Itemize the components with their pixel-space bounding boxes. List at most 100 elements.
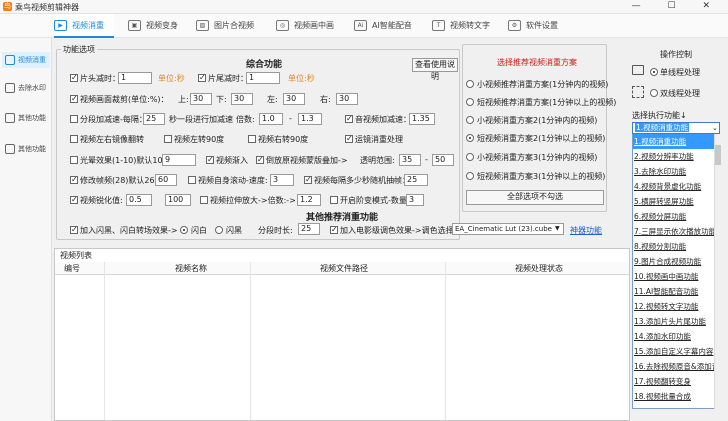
- opacity-min-input[interactable]: 35: [399, 154, 421, 166]
- chevron-down-icon[interactable]: ▼: [555, 225, 560, 232]
- uncheck-all-button[interactable]: 全部选项不勾选: [466, 190, 604, 205]
- dropdown-option[interactable]: 7.三屏显示依次播放功能: [633, 224, 715, 239]
- tab-ai-voice[interactable]: Ai AI智能配音: [354, 14, 424, 38]
- tab-video-to-text[interactable]: T 视频转文字: [432, 14, 502, 38]
- dropdown-option[interactable]: 18.视频批量合成: [633, 389, 715, 404]
- stretch-checkbox[interactable]: [200, 196, 208, 204]
- fade-in-checkbox[interactable]: ✓: [206, 156, 214, 164]
- tab-video-dedup[interactable]: ▶ 视频消重: [54, 14, 114, 38]
- dropdown-option[interactable]: 16.去除视频原音&添加音: [633, 359, 715, 374]
- sharpen-input-1[interactable]: 0.5: [126, 194, 152, 206]
- help-button[interactable]: 查看使用说明: [412, 58, 458, 81]
- column-header-index[interactable]: 编号: [64, 263, 80, 275]
- stretch-input[interactable]: 1.2: [297, 194, 321, 206]
- camera-move-checkbox[interactable]: ✓: [345, 135, 353, 143]
- dropdown-scrollbar[interactable]: [714, 134, 722, 409]
- tab-video-transform[interactable]: ▣ 视频变身: [128, 14, 188, 38]
- random-frame-input[interactable]: 25: [404, 174, 428, 186]
- gradient-mode-checkbox[interactable]: [330, 196, 338, 204]
- tail-trim-input[interactable]: 1: [246, 72, 280, 84]
- multiplier-max-input[interactable]: 1.3: [298, 113, 322, 125]
- crop-checkbox[interactable]: ✓: [70, 95, 78, 103]
- plan-radio-4[interactable]: [466, 134, 474, 142]
- framerate-checkbox[interactable]: ✓: [70, 176, 78, 184]
- flash-white-radio[interactable]: [180, 226, 188, 234]
- head-trim-checkbox[interactable]: ✓: [70, 74, 78, 82]
- sharpen-input-2[interactable]: 100: [165, 194, 191, 206]
- reverse-mask-checkbox[interactable]: ✓: [256, 156, 264, 164]
- dropdown-option[interactable]: 14.添加水印功能: [633, 329, 715, 344]
- dual-thread-radio[interactable]: [650, 89, 658, 97]
- plan-radio-2[interactable]: [466, 98, 474, 106]
- plan-label-6: 短视频消重方案3(1分钟以上的视频): [477, 172, 606, 181]
- tab-settings[interactable]: ⚙ 软件设置: [508, 14, 568, 38]
- dropdown-option[interactable]: 3.去除水印功能: [633, 164, 715, 179]
- crop-top-input[interactable]: 30: [190, 93, 212, 105]
- multiplier-min-input[interactable]: 1.0: [259, 113, 283, 125]
- dropdown-option[interactable]: 6.视频分屏功能: [633, 209, 715, 224]
- sidebar-item-other-2[interactable]: 其他功能: [2, 141, 50, 157]
- dropdown-option[interactable]: 5.横屏转竖屏功能: [633, 194, 715, 209]
- dropdown-option[interactable]: 11.AI智能配音功能: [633, 284, 715, 299]
- column-header-name[interactable]: 视频名称: [175, 263, 207, 275]
- dropdown-scroll-thumb[interactable]: [715, 145, 721, 165]
- lut-select[interactable]: EA_Cinematic Lut (23).cube: [452, 223, 564, 235]
- plan-radio-6[interactable]: [466, 172, 474, 180]
- column-header-status[interactable]: 视频处理状态: [515, 263, 563, 275]
- tab-pip[interactable]: ◎ 视频画中画: [276, 14, 346, 38]
- dropdown-option[interactable]: 15.添加自定义字幕内容: [633, 344, 715, 359]
- column-header-path[interactable]: 视频文件路径: [320, 263, 368, 275]
- mirror-checkbox[interactable]: [70, 135, 78, 143]
- tail-trim-checkbox[interactable]: ✓: [198, 74, 206, 82]
- glow-checkbox[interactable]: [70, 156, 78, 164]
- av-speed-checkbox[interactable]: ✓: [345, 115, 353, 123]
- framerate-input[interactable]: 60: [155, 174, 177, 186]
- plan-radio-5[interactable]: [466, 153, 474, 161]
- gradient-mode-input[interactable]: 3: [406, 194, 424, 206]
- dropdown-option[interactable]: 17.视频翻转变身: [633, 374, 715, 389]
- plan-radio-1[interactable]: [466, 80, 474, 88]
- self-scroll-input[interactable]: 3: [270, 174, 294, 186]
- self-scroll-checkbox[interactable]: [188, 176, 196, 184]
- sharpen-checkbox[interactable]: ✓: [70, 196, 78, 204]
- tab-label: 视频转文字: [450, 21, 490, 30]
- sidebar-item-watermark[interactable]: 去除水印: [2, 80, 50, 96]
- tab-image-to-video[interactable]: ▨ 图片合视频: [196, 14, 266, 38]
- dropdown-option[interactable]: 13.添加片头片尾功能: [633, 314, 715, 329]
- sidebar-item-other-1[interactable]: 其他功能: [2, 110, 50, 126]
- crop-bottom-input[interactable]: 30: [231, 93, 253, 105]
- dropdown-option[interactable]: 9.图片合成视频功能: [633, 254, 715, 269]
- sidebar-item-dedup[interactable]: 视频消重: [2, 52, 50, 68]
- crop-left-input[interactable]: 30: [283, 93, 305, 105]
- dropdown-option[interactable]: 4.视频背景虚化功能: [633, 179, 715, 194]
- window-controls[interactable]: — ☐ ✕: [632, 1, 722, 11]
- segment-speed-label: 分段加减速-每隔：: [80, 115, 147, 124]
- av-speed-input[interactable]: 1.35: [409, 113, 435, 125]
- dropdown-option[interactable]: 12.视频转文字功能: [633, 299, 715, 314]
- segment-interval-input[interactable]: 25: [143, 113, 165, 125]
- dropdown-option[interactable]: 10.视频画中画功能: [633, 269, 715, 284]
- text-icon: T: [432, 20, 445, 31]
- exec-function-select[interactable]: 1.视频消重功能: [632, 122, 720, 134]
- segment-speed-checkbox[interactable]: [70, 115, 78, 123]
- random-frame-checkbox[interactable]: ✓: [304, 176, 312, 184]
- dropdown-option[interactable]: 8.视频分割功能: [633, 239, 715, 254]
- section-title: 综合功能: [246, 60, 283, 70]
- guide-link[interactable]: 神器功能: [570, 225, 602, 236]
- glow-input[interactable]: 9: [162, 154, 196, 166]
- rotate-left-checkbox[interactable]: [164, 135, 172, 143]
- flash-black-radio[interactable]: [215, 226, 223, 234]
- dropdown-option[interactable]: 1.视频消重功能: [633, 134, 715, 149]
- exec-function-value: 1.视频消重功能: [635, 123, 690, 132]
- rotate-right-checkbox[interactable]: [248, 135, 256, 143]
- plan-radio-3[interactable]: [466, 116, 474, 124]
- flash-transition-checkbox[interactable]: ✓: [70, 226, 78, 234]
- crop-right-input[interactable]: 30: [336, 93, 358, 105]
- dropdown-option[interactable]: 2.视频分辨率功能: [633, 149, 715, 164]
- segment-duration-input[interactable]: 25: [298, 223, 320, 235]
- single-thread-radio[interactable]: [650, 68, 658, 76]
- opacity-max-input[interactable]: 50: [432, 154, 454, 166]
- chevron-down-icon[interactable]: ⌄: [712, 124, 718, 132]
- color-grade-checkbox[interactable]: ✓: [330, 226, 338, 234]
- head-trim-input[interactable]: 1: [118, 72, 152, 84]
